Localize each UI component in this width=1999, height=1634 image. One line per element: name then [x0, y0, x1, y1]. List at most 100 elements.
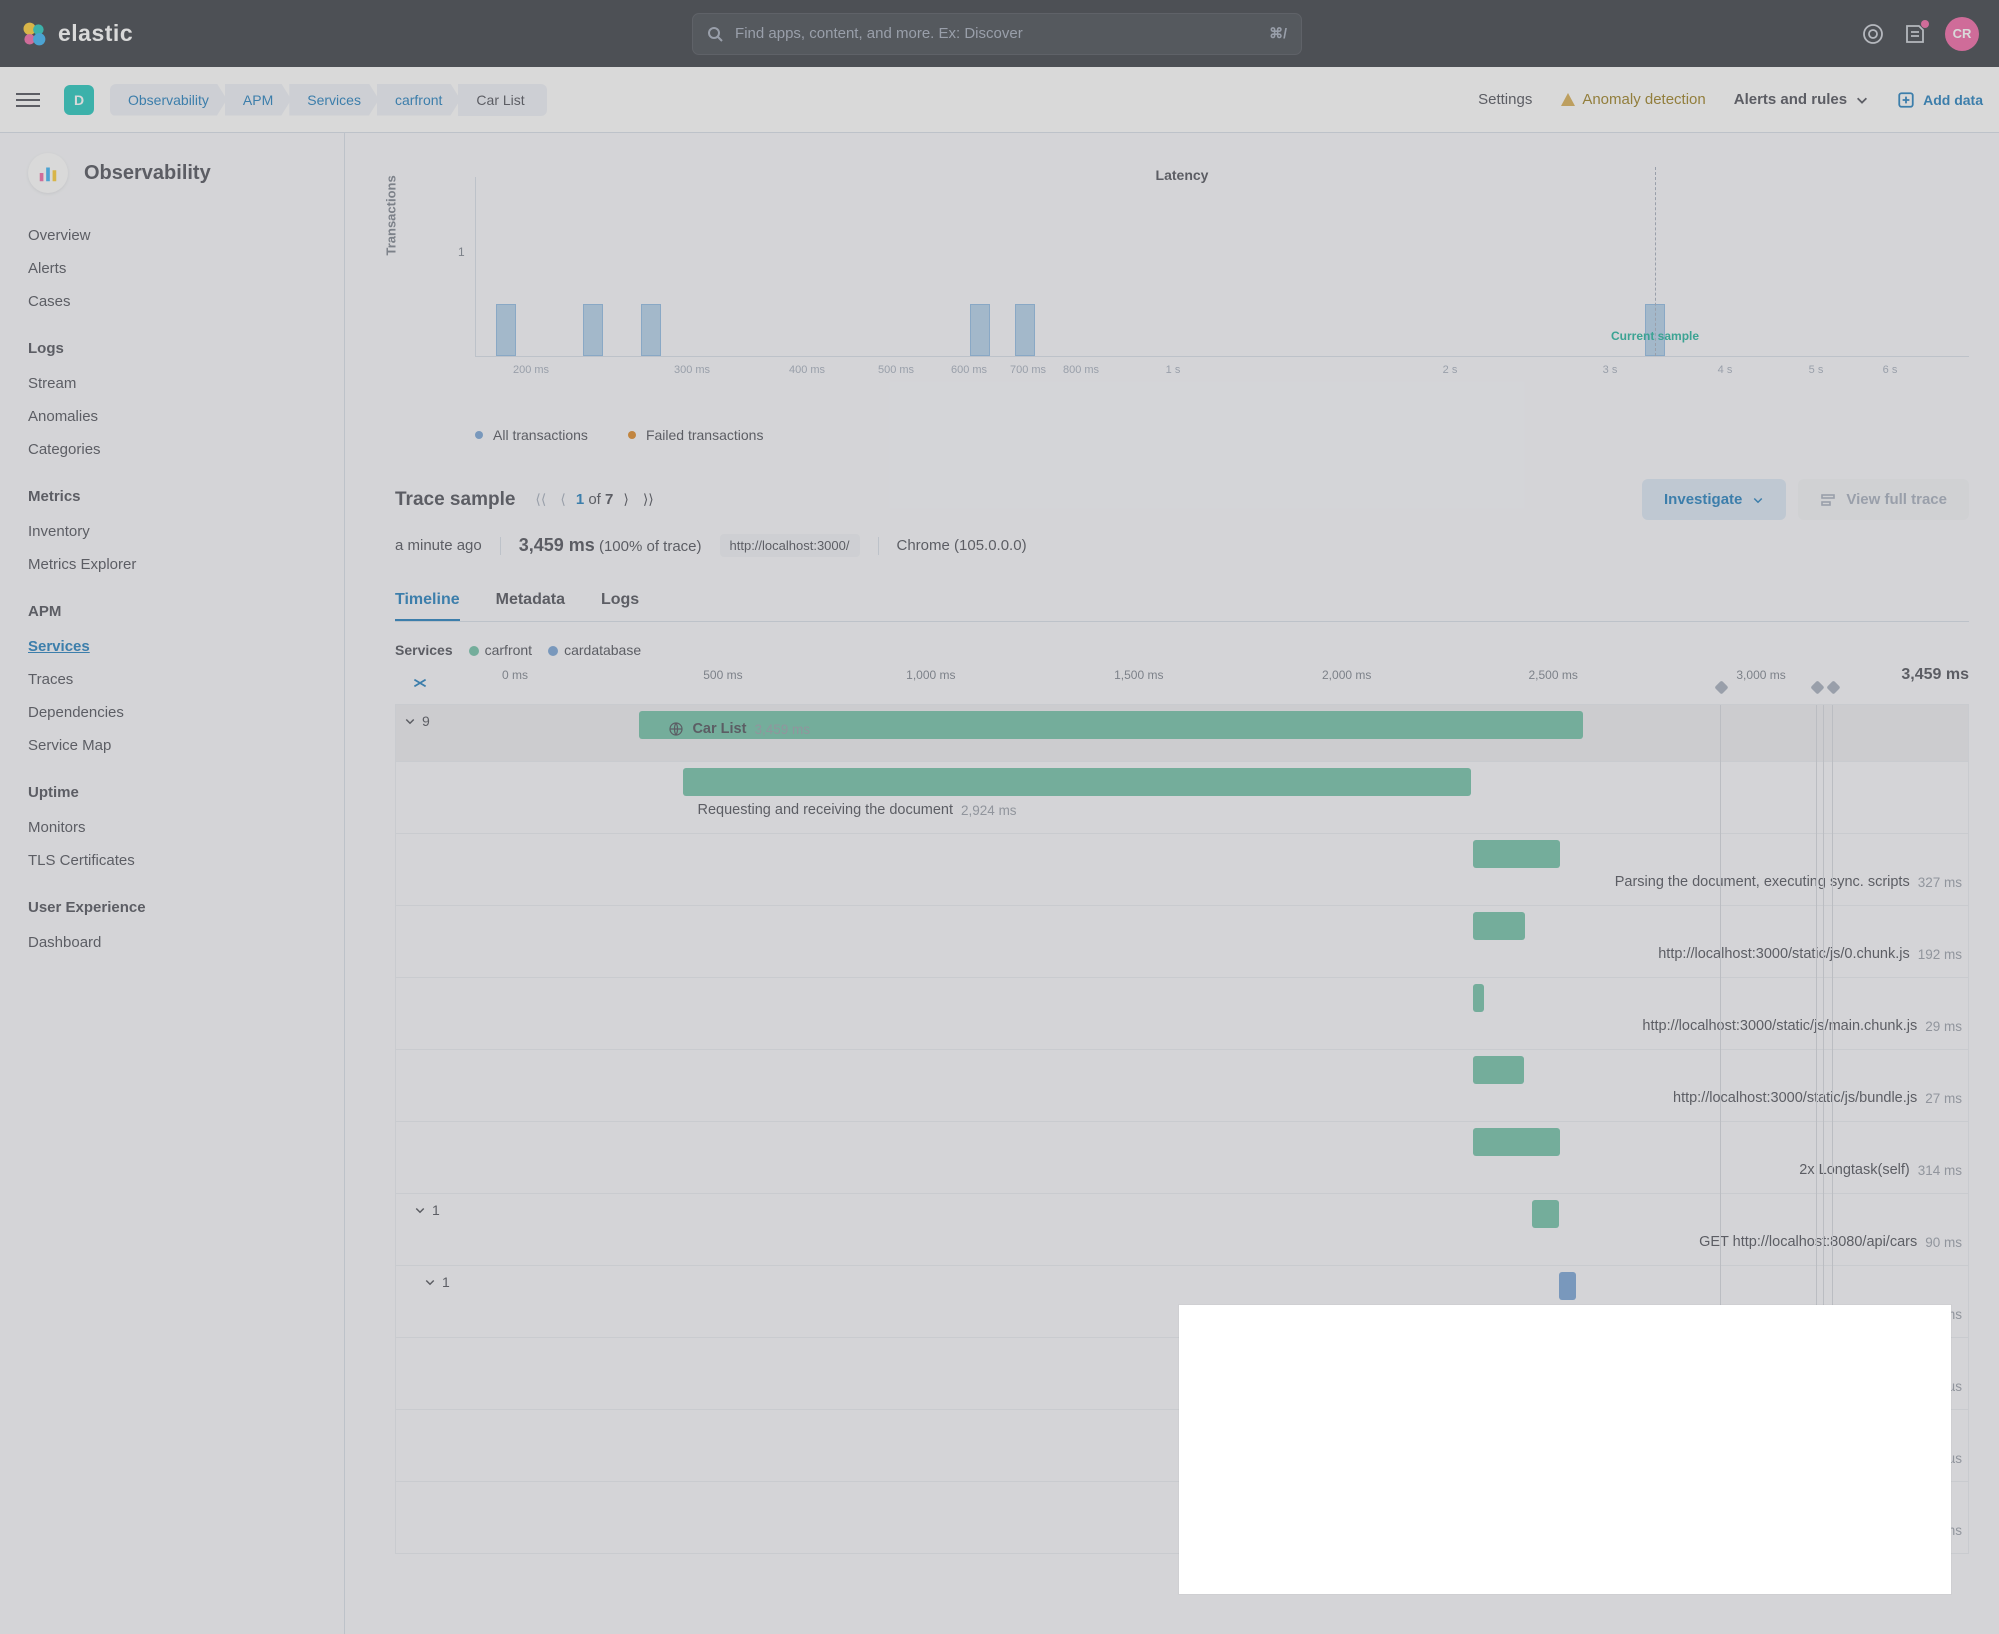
- sidebar-item-cases[interactable]: Cases: [28, 285, 316, 318]
- wf-span-row[interactable]: http://localhost:3000/static/js/0.chunk.…: [396, 905, 1968, 977]
- wf-span-row[interactable]: http://localhost:3000/static/js/main.chu…: [396, 977, 1968, 1049]
- span-bar[interactable]: [1473, 1056, 1524, 1084]
- collapse-all-icon[interactable]: [411, 674, 429, 692]
- sidebar-group-title: User Experience: [28, 899, 316, 916]
- sidebar-item-overview[interactable]: Overview: [28, 219, 316, 252]
- span-label: Fire "DOMContentLoaded" event 1,000 µs: [1690, 1450, 1962, 1466]
- trace-browser: Chrome (105.0.0.0): [897, 537, 1027, 554]
- wf-span-row[interactable]: 1 HTTP 2xx RepositoryEntityController#ge…: [396, 1265, 1968, 1337]
- global-search[interactable]: Find apps, content, and more. Ex: Discov…: [692, 13, 1302, 55]
- pager-prev[interactable]: ⟨: [556, 487, 569, 512]
- crumb-services[interactable]: Services: [289, 84, 379, 116]
- sidebar: Observability OverviewAlertsCasesLogsStr…: [0, 133, 345, 1634]
- sidebar-item-inventory[interactable]: Inventory: [28, 515, 316, 548]
- help-icon[interactable]: [1861, 22, 1885, 46]
- main-content: Transactions 1 200 ms 300 ms 400 ms 500 …: [345, 133, 1999, 1634]
- hist-bar[interactable]: [641, 304, 661, 356]
- sidebar-item-categories[interactable]: Categories: [28, 433, 316, 466]
- sub-header: D Observability APM Services carfront Ca…: [0, 67, 1999, 133]
- sidebar-item-service-map[interactable]: Service Map: [28, 729, 316, 762]
- span-bar[interactable]: [1561, 1488, 1571, 1516]
- chevron-down-icon: [1855, 93, 1869, 107]
- sidebar-item-metrics-explorer[interactable]: Metrics Explorer: [28, 548, 316, 581]
- tab-logs[interactable]: Logs: [601, 581, 639, 621]
- hist-plot[interactable]: 1 200 ms 300 ms 400 ms 500 ms 600 ms 700…: [475, 177, 1969, 357]
- tab-timeline[interactable]: Timeline: [395, 581, 460, 621]
- sidebar-item-dashboard[interactable]: Dashboard: [28, 926, 316, 959]
- wf-span-row[interactable]: Fire "DOMContentLoaded" event 1,000 µs: [396, 1409, 1968, 1481]
- hist-bar[interactable]: [496, 304, 516, 356]
- hist-bar[interactable]: [583, 304, 603, 356]
- crumb-observability[interactable]: Observability: [110, 84, 227, 116]
- pager-last[interactable]: ⟩⟩: [639, 487, 658, 512]
- trace-pager: ⟨⟨ ⟨ 1 of 7 ⟩ ⟩⟩: [531, 487, 657, 512]
- tab-metadata[interactable]: Metadata: [496, 581, 565, 621]
- wf-span-row[interactable]: 2x Longtask(self) 314 ms: [396, 1121, 1968, 1193]
- span-bar[interactable]: [1532, 1200, 1558, 1228]
- sidebar-item-tls-certificates[interactable]: TLS Certificates: [28, 844, 316, 877]
- trace-url-pill[interactable]: http://localhost:3000/: [720, 534, 860, 557]
- hist-bar[interactable]: [970, 304, 990, 356]
- chevron-down-icon[interactable]: 9: [404, 713, 430, 729]
- span-bar[interactable]: [1473, 840, 1560, 868]
- chevron-down-icon[interactable]: 1: [424, 1274, 450, 1290]
- sidebar-item-monitors[interactable]: Monitors: [28, 811, 316, 844]
- span-bar[interactable]: [1473, 912, 1525, 940]
- svc-carfront[interactable]: carfront: [469, 642, 532, 658]
- warning-icon: [1560, 92, 1576, 108]
- span-bar[interactable]: [1473, 984, 1485, 1012]
- view-full-trace-button[interactable]: View full trace: [1798, 479, 1969, 520]
- elastic-logo[interactable]: elastic: [20, 20, 133, 48]
- span-bar[interactable]: [683, 768, 1471, 796]
- span-bar[interactable]: [1569, 1344, 1573, 1372]
- svc-cardatabase[interactable]: cardatabase: [548, 642, 641, 658]
- span-label: 2x Longtask(self) 314 ms: [1799, 1162, 1962, 1178]
- span-bar[interactable]: [1473, 1128, 1560, 1156]
- nav-toggle-icon[interactable]: [16, 88, 40, 112]
- settings-link[interactable]: Settings: [1478, 91, 1532, 108]
- anomaly-detection-link[interactable]: Anomaly detection: [1560, 91, 1705, 108]
- investigate-button[interactable]: Investigate: [1642, 479, 1786, 520]
- sidebar-group-title: Logs: [28, 340, 316, 357]
- sidebar-item-anomalies[interactable]: Anomalies: [28, 400, 316, 433]
- pager-first[interactable]: ⟨⟨: [531, 487, 550, 512]
- sidebar-item-stream[interactable]: Stream: [28, 367, 316, 400]
- legend-failed[interactable]: Failed transactions: [628, 427, 764, 443]
- trace-icon: [1820, 492, 1836, 508]
- span-label: http://localhost:3000/static/js/bundle.j…: [1673, 1090, 1962, 1106]
- crumb-apm[interactable]: APM: [225, 84, 291, 116]
- wf-span-row[interactable]: http://localhost:3000/static/js/bundle.j…: [396, 1049, 1968, 1121]
- legend-all[interactable]: All transactions: [475, 427, 588, 443]
- search-icon: [707, 26, 723, 42]
- wf-span-row[interactable]: GET http://localhost:3000/sockjs-node/in…: [396, 1481, 1968, 1553]
- pager-next[interactable]: ⟩: [619, 487, 632, 512]
- sidebar-item-traces[interactable]: Traces: [28, 663, 316, 696]
- hist-bar[interactable]: [1015, 304, 1035, 356]
- span-bar[interactable]: [1559, 1272, 1576, 1300]
- search-kbd: ⌘/: [1269, 25, 1287, 42]
- wf-span-row[interactable]: 9Car List 3,459 ms: [396, 705, 1968, 761]
- span-label: SELECT FROM car 980 µs: [1764, 1378, 1962, 1394]
- wf-span-row[interactable]: SELECT FROM car 980 µs: [396, 1337, 1968, 1409]
- wf-span-row[interactable]: 1 GET http://localhost:8080/api/cars 90 …: [396, 1193, 1968, 1265]
- logo-text: elastic: [58, 20, 133, 47]
- alerts-rules-dropdown[interactable]: Alerts and rules: [1734, 91, 1869, 108]
- user-avatar[interactable]: CR: [1945, 17, 1979, 51]
- add-data-button[interactable]: Add data: [1897, 91, 1983, 109]
- observability-icon: [28, 153, 68, 193]
- trace-time-ago: a minute ago: [395, 537, 482, 554]
- sidebar-item-services[interactable]: Services: [28, 630, 316, 663]
- space-badge[interactable]: D: [64, 85, 94, 115]
- chevron-down-icon[interactable]: 1: [414, 1202, 440, 1218]
- crumb-carfront[interactable]: carfront: [377, 84, 460, 116]
- wf-ruler: 0 ms 500 ms 1,000 ms 1,500 ms 2,000 ms 2…: [395, 668, 1969, 704]
- span-label: Parsing the document, executing sync. sc…: [1615, 874, 1962, 890]
- wf-span-row[interactable]: Requesting and receiving the document 2,…: [396, 761, 1968, 833]
- current-sample-line: [1655, 167, 1656, 356]
- breadcrumbs: Observability APM Services carfront Car …: [110, 84, 547, 116]
- sidebar-item-dependencies[interactable]: Dependencies: [28, 696, 316, 729]
- span-bar[interactable]: [1560, 1416, 1564, 1444]
- news-icon[interactable]: [1903, 22, 1927, 46]
- sidebar-item-alerts[interactable]: Alerts: [28, 252, 316, 285]
- wf-span-row[interactable]: Parsing the document, executing sync. sc…: [396, 833, 1968, 905]
